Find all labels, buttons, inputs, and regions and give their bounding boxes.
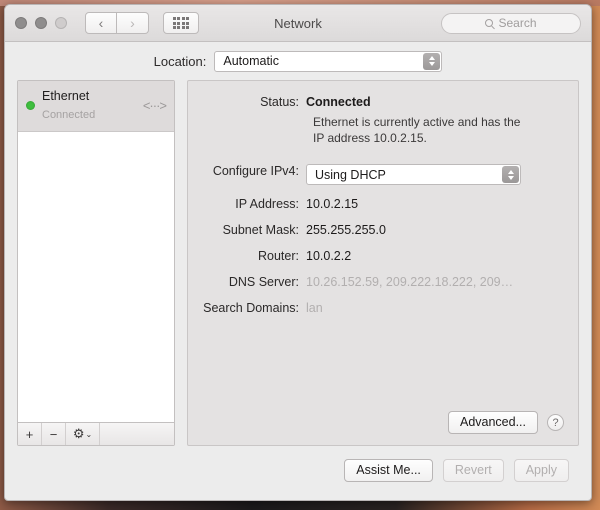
service-status: Connected bbox=[42, 109, 96, 122]
show-all-button[interactable] bbox=[163, 12, 199, 34]
service-detail-panel: Status: Connected Ethernet is currently … bbox=[187, 80, 579, 446]
location-select[interactable]: Automatic bbox=[214, 50, 443, 72]
location-value: Automatic bbox=[223, 54, 279, 68]
ip-address-value: 10.0.2.15 bbox=[306, 197, 359, 212]
status-description: Ethernet is currently active and has the… bbox=[313, 115, 521, 146]
detail-actions: Advanced... ? bbox=[447, 411, 564, 434]
dns-server-value: 10.26.152.59, 209.222.18.222, 209… bbox=[306, 275, 514, 290]
service-name: Ethernet bbox=[42, 89, 90, 103]
ethernet-icon: <···> bbox=[142, 97, 167, 113]
status-value: Connected bbox=[306, 95, 371, 109]
sidebar-toolbar-spacer bbox=[100, 423, 174, 445]
search-input[interactable]: Search bbox=[441, 12, 581, 34]
configure-ipv4-label: Configure IPv4: bbox=[212, 164, 299, 179]
status-label: Status: bbox=[260, 95, 299, 109]
network-preferences-window: ‹ › Network Search Location: Automatic E… bbox=[4, 4, 592, 501]
dns-server-row: DNS Server: 10.26.152.59, 209.222.18.222… bbox=[188, 275, 564, 289]
advanced-button[interactable]: Advanced... bbox=[447, 411, 538, 434]
configure-ipv4-select[interactable]: Using DHCP bbox=[306, 164, 521, 186]
subnet-mask-row: Subnet Mask: 255.255.255.0 bbox=[188, 223, 564, 237]
chevron-updown-icon[interactable] bbox=[502, 166, 519, 184]
search-domains-label: Search Domains: bbox=[203, 301, 299, 316]
close-button[interactable] bbox=[15, 17, 27, 29]
service-list: Ethernet Connected <···> bbox=[18, 81, 174, 422]
search-domains-row: Search Domains: lan bbox=[188, 301, 564, 315]
remove-service-button[interactable]: − bbox=[42, 423, 66, 445]
chevron-updown-icon[interactable] bbox=[423, 52, 441, 70]
search-placeholder: Search bbox=[498, 16, 537, 30]
router-value: 10.0.2.2 bbox=[306, 249, 352, 264]
status-row: Status: Connected bbox=[188, 95, 564, 109]
subnet-mask-value: 255.255.255.0 bbox=[306, 223, 386, 238]
location-row: Location: Automatic bbox=[5, 42, 591, 80]
add-service-button[interactable]: + bbox=[18, 423, 42, 445]
preferences-body: Ethernet Connected <···> + − ⚙ ⌄ Status: bbox=[5, 80, 591, 446]
grid-icon bbox=[172, 17, 190, 29]
configure-ipv4-row: Configure IPv4: Using DHCP bbox=[188, 164, 564, 186]
chevron-down-icon: ⌄ bbox=[85, 429, 93, 439]
apply-button: Apply bbox=[513, 458, 569, 482]
window-titlebar: ‹ › Network Search bbox=[5, 5, 591, 42]
router-row: Router: 10.0.2.2 bbox=[188, 249, 564, 263]
action-menu-button[interactable]: ⚙ ⌄ bbox=[66, 423, 100, 445]
search-icon bbox=[485, 19, 494, 27]
help-button[interactable]: ? bbox=[547, 414, 564, 431]
status-dot bbox=[26, 100, 35, 110]
sidebar-item-ethernet[interactable]: Ethernet Connected <···> bbox=[18, 81, 174, 132]
ip-address-label: IP Address: bbox=[235, 197, 299, 212]
minimize-button[interactable] bbox=[35, 17, 47, 29]
forward-button[interactable]: › bbox=[117, 12, 149, 34]
service-text: Ethernet Connected bbox=[42, 87, 136, 124]
revert-button: Revert bbox=[442, 458, 504, 482]
search-domains-value: lan bbox=[306, 301, 323, 316]
ip-address-row: IP Address: 10.0.2.15 bbox=[188, 197, 564, 211]
location-label: Location: bbox=[153, 53, 207, 69]
sidebar-toolbar: + − ⚙ ⌄ bbox=[18, 422, 174, 445]
back-button[interactable]: ‹ bbox=[85, 12, 117, 34]
service-sidebar: Ethernet Connected <···> + − ⚙ ⌄ bbox=[17, 80, 175, 446]
dns-server-label: DNS Server: bbox=[228, 275, 299, 290]
traffic-light-buttons bbox=[15, 17, 67, 29]
window-footer: Assist Me... Revert Apply bbox=[5, 446, 591, 500]
subnet-mask-label: Subnet Mask: bbox=[222, 223, 299, 238]
navigation-buttons: ‹ › bbox=[85, 12, 149, 34]
zoom-button[interactable] bbox=[55, 17, 67, 29]
gear-icon: ⚙ bbox=[72, 426, 85, 441]
assist-me-button[interactable]: Assist Me... bbox=[344, 458, 433, 482]
configure-ipv4-value: Using DHCP bbox=[315, 167, 386, 182]
router-label: Router: bbox=[258, 249, 299, 264]
